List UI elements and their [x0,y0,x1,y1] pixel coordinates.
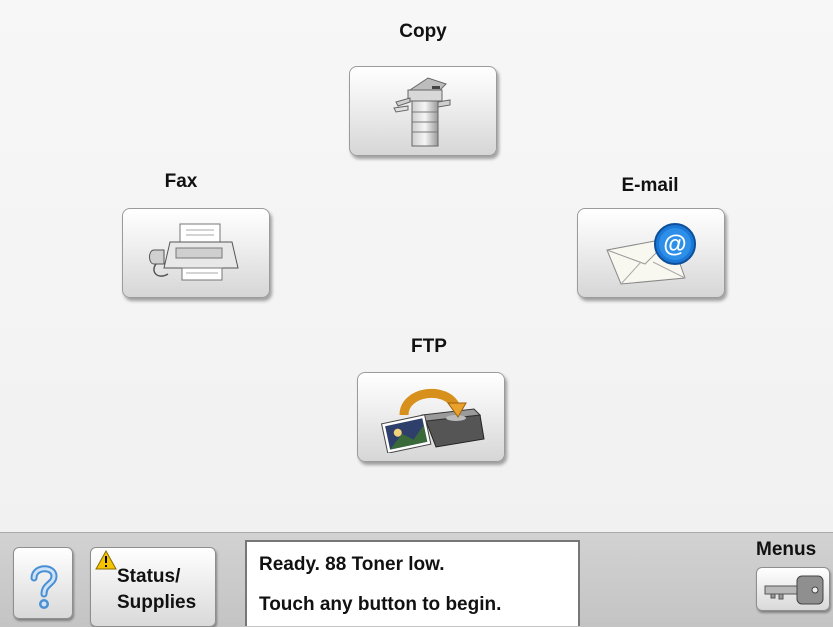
status-message-panel: Ready. 88 Toner low. Touch any button to… [245,540,580,626]
status-supplies-label-line1: Status/ [117,566,181,587]
copy-label: Copy [399,21,447,42]
fax-label: Fax [164,171,198,192]
status-message-line1: Ready. 88 Toner low. [259,554,445,575]
fax-machine-icon [149,223,239,281]
status-supplies-button[interactable]: Status/ Supplies [90,547,216,627]
menus-button[interactable] [756,567,830,611]
status-message-line2: Touch any button to begin. [259,594,502,615]
ftp-button[interactable] [357,372,505,462]
menus-label: Menus [756,539,817,560]
email-envelope-icon: @ [606,223,696,285]
copy-button[interactable] [349,66,497,156]
email-label: E-mail [621,175,679,196]
ftp-label: FTP [411,336,447,357]
help-button[interactable] [13,547,73,619]
email-button[interactable]: @ [577,208,725,298]
status-supplies-label-line2: Supplies [117,592,197,613]
copier-icon [393,77,451,147]
fax-button[interactable] [122,208,270,298]
warning-triangle-icon [95,550,117,570]
question-mark-icon [30,565,58,609]
svg-text:@: @ [663,231,686,258]
key-icon [764,575,824,605]
ftp-transfer-icon [380,388,485,453]
